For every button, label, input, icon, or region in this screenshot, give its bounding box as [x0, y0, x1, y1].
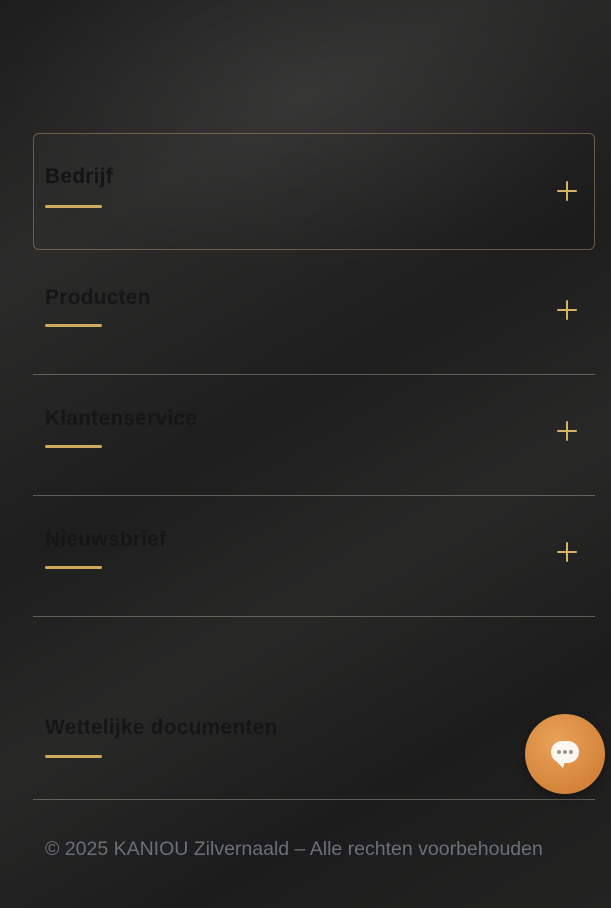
chat-dot: [569, 750, 573, 754]
legal-documents-section: Wettelijke documenten: [33, 693, 595, 800]
plus-icon[interactable]: [557, 421, 577, 441]
accordion-title-producten: Producten: [45, 286, 151, 309]
accordion-item-bedrijf[interactable]: Bedrijf: [33, 133, 595, 250]
accordion-title-nieuwsbrief: Nieuwsbrief: [45, 528, 167, 551]
footer-accordion: Bedrijf Producten Klantenservice Nieuwsb…: [33, 133, 595, 617]
title-underline: [45, 205, 102, 208]
title-underline: [45, 755, 102, 758]
legal-documents-title: Wettelijke documenten: [45, 716, 278, 739]
plus-icon[interactable]: [557, 542, 577, 562]
accordion-item-producten[interactable]: Producten: [33, 254, 595, 375]
chat-dot: [557, 750, 561, 754]
copyright-text: © 2025 KANIOU Zilvernaald – Alle rechten…: [45, 838, 543, 860]
plus-icon[interactable]: [557, 300, 577, 320]
plus-icon[interactable]: [557, 181, 577, 201]
accordion-item-klantenservice[interactable]: Klantenservice: [33, 375, 595, 496]
accordion-item-nieuwsbrief[interactable]: Nieuwsbrief: [33, 496, 595, 617]
title-underline: [45, 324, 102, 327]
chat-dot: [563, 750, 567, 754]
accordion-title-bedrijf: Bedrijf: [45, 165, 113, 188]
title-underline: [45, 445, 102, 448]
footer-panel: Bedrijf Producten Klantenservice Nieuwsb…: [0, 0, 611, 908]
chat-button[interactable]: [525, 714, 605, 794]
chat-bubble-icon: [551, 741, 579, 763]
accordion-title-klantenservice: Klantenservice: [45, 407, 198, 430]
title-underline: [45, 566, 102, 569]
